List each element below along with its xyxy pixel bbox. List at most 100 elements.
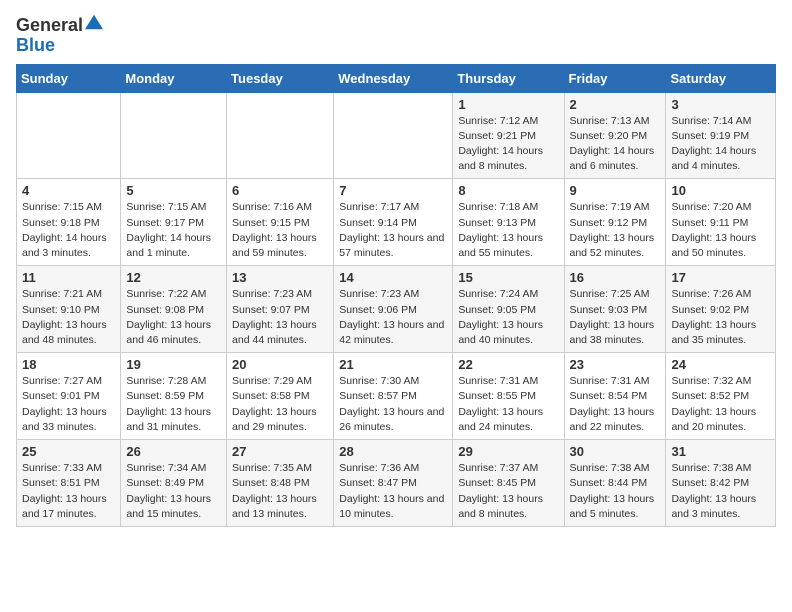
logo: General Blue (16, 16, 103, 56)
calendar-cell: 17 Sunrise: 7:26 AMSunset: 9:02 PMDayligh… (666, 266, 776, 353)
calendar-cell: 21 Sunrise: 7:30 AMSunset: 8:57 PMDayligh… (334, 353, 453, 440)
calendar-cell: 3Sunrise: 7:14 AMSunset: 9:19 PMDaylight… (666, 92, 776, 179)
day-info: Sunrise: 7:29 AMSunset: 8:58 PMDaylight:… (232, 374, 328, 435)
day-info: Sunrise: 7:19 AMSunset: 9:12 PMDaylight:… (570, 200, 661, 261)
day-number: 8 (458, 183, 558, 198)
day-info: Sunrise: 7:24 AMSunset: 9:05 PMDaylight:… (458, 287, 558, 348)
calendar-cell: 10Sunrise: 7:20 AMSunset: 9:11 PMDayligh… (666, 179, 776, 266)
day-number: 29 (458, 444, 558, 459)
day-info: Sunrise: 7:27 AMSunset: 9:01 PMDaylight:… (22, 374, 115, 435)
calendar-week-row: 11 Sunrise: 7:21 AMSunset: 9:10 PMDayligh… (17, 266, 776, 353)
calendar-cell: 13 Sunrise: 7:23 AMSunset: 9:07 PMDayligh… (227, 266, 334, 353)
calendar-cell (334, 92, 453, 179)
calendar-cell: 6Sunrise: 7:16 AMSunset: 9:15 PMDaylight… (227, 179, 334, 266)
calendar-cell: 8 Sunrise: 7:18 AMSunset: 9:13 PMDaylight… (453, 179, 564, 266)
day-info: Sunrise: 7:23 AMSunset: 9:07 PMDaylight:… (232, 287, 328, 348)
calendar-cell: 19 Sunrise: 7:28 AMSunset: 8:59 PMDayligh… (121, 353, 227, 440)
header-row: SundayMondayTuesdayWednesdayThursdayFrid… (17, 64, 776, 92)
header-day: Saturday (666, 64, 776, 92)
day-info: Sunrise: 7:31 AMSunset: 8:55 PMDaylight:… (458, 374, 558, 435)
day-number: 12 (126, 270, 221, 285)
day-number: 26 (126, 444, 221, 459)
calendar-cell: 26 Sunrise: 7:34 AMSunset: 8:49 PMDayligh… (121, 440, 227, 527)
day-info: Sunrise: 7:15 AMSunset: 9:18 PMDaylight:… (22, 200, 115, 261)
day-info: Sunrise: 7:35 AMSunset: 8:48 PMDaylight:… (232, 461, 328, 522)
day-number: 28 (339, 444, 447, 459)
day-number: 22 (458, 357, 558, 372)
day-info: Sunrise: 7:32 AMSunset: 8:52 PMDaylight:… (671, 374, 770, 435)
day-info: Sunrise: 7:23 AMSunset: 9:06 PMDaylight:… (339, 287, 447, 348)
day-number: 9 (570, 183, 661, 198)
day-number: 31 (671, 444, 770, 459)
calendar-cell: 22 Sunrise: 7:31 AMSunset: 8:55 PMDayligh… (453, 353, 564, 440)
calendar-cell: 28 Sunrise: 7:36 AMSunset: 8:47 PMDayligh… (334, 440, 453, 527)
calendar-cell: 15 Sunrise: 7:24 AMSunset: 9:05 PMDayligh… (453, 266, 564, 353)
day-number: 24 (671, 357, 770, 372)
calendar-cell: 4 Sunrise: 7:15 AMSunset: 9:18 PMDaylight… (17, 179, 121, 266)
day-number: 17 (671, 270, 770, 285)
day-info: Sunrise: 7:34 AMSunset: 8:49 PMDaylight:… (126, 461, 221, 522)
calendar-header: SundayMondayTuesdayWednesdayThursdayFrid… (17, 64, 776, 92)
header-day: Thursday (453, 64, 564, 92)
calendar-cell: 27 Sunrise: 7:35 AMSunset: 8:48 PMDayligh… (227, 440, 334, 527)
calendar-cell: 20 Sunrise: 7:29 AMSunset: 8:58 PMDayligh… (227, 353, 334, 440)
day-number: 2 (570, 97, 661, 112)
day-number: 14 (339, 270, 447, 285)
day-number: 11 (22, 270, 115, 285)
day-number: 19 (126, 357, 221, 372)
header-day: Tuesday (227, 64, 334, 92)
header-day: Monday (121, 64, 227, 92)
header: General Blue (16, 16, 776, 56)
calendar-cell: 2 Sunrise: 7:13 AMSunset: 9:20 PMDaylight… (564, 92, 666, 179)
calendar-cell: 16 Sunrise: 7:25 AMSunset: 9:03 PMDayligh… (564, 266, 666, 353)
day-number: 6 (232, 183, 328, 198)
day-info: Sunrise: 7:37 AMSunset: 8:45 PMDaylight:… (458, 461, 558, 522)
day-number: 1 (458, 97, 558, 112)
day-number: 25 (22, 444, 115, 459)
calendar-body: 1Sunrise: 7:12 AMSunset: 9:21 PMDaylight… (17, 92, 776, 526)
day-number: 23 (570, 357, 661, 372)
calendar-cell: 1Sunrise: 7:12 AMSunset: 9:21 PMDaylight… (453, 92, 564, 179)
day-number: 4 (22, 183, 115, 198)
day-info: Sunrise: 7:38 AMSunset: 8:42 PMDaylight:… (671, 461, 770, 522)
day-info: Sunrise: 7:30 AMSunset: 8:57 PMDaylight:… (339, 374, 447, 435)
day-info: Sunrise: 7:18 AMSunset: 9:13 PMDaylight:… (458, 200, 558, 261)
calendar-cell: 29 Sunrise: 7:37 AMSunset: 8:45 PMDayligh… (453, 440, 564, 527)
day-info: Sunrise: 7:21 AMSunset: 9:10 PMDaylight:… (22, 287, 115, 348)
calendar-week-row: 25 Sunrise: 7:33 AMSunset: 8:51 PMDayligh… (17, 440, 776, 527)
logo-blue: Blue (16, 36, 55, 56)
day-number: 7 (339, 183, 447, 198)
calendar-cell: 23Sunrise: 7:31 AMSunset: 8:54 PMDayligh… (564, 353, 666, 440)
day-number: 15 (458, 270, 558, 285)
day-info: Sunrise: 7:28 AMSunset: 8:59 PMDaylight:… (126, 374, 221, 435)
day-number: 20 (232, 357, 328, 372)
day-number: 3 (671, 97, 770, 112)
day-info: Sunrise: 7:22 AMSunset: 9:08 PMDaylight:… (126, 287, 221, 348)
day-info: Sunrise: 7:26 AMSunset: 9:02 PMDaylight:… (671, 287, 770, 348)
day-number: 10 (671, 183, 770, 198)
calendar-cell: 9 Sunrise: 7:19 AMSunset: 9:12 PMDaylight… (564, 179, 666, 266)
header-day: Wednesday (334, 64, 453, 92)
calendar-week-row: 18 Sunrise: 7:27 AMSunset: 9:01 PMDayligh… (17, 353, 776, 440)
day-info: Sunrise: 7:17 AMSunset: 9:14 PMDaylight:… (339, 200, 447, 261)
day-number: 13 (232, 270, 328, 285)
header-day: Sunday (17, 64, 121, 92)
calendar-cell (121, 92, 227, 179)
calendar-cell: 11 Sunrise: 7:21 AMSunset: 9:10 PMDayligh… (17, 266, 121, 353)
day-number: 30 (570, 444, 661, 459)
day-info: Sunrise: 7:36 AMSunset: 8:47 PMDaylight:… (339, 461, 447, 522)
day-number: 27 (232, 444, 328, 459)
day-info: Sunrise: 7:25 AMSunset: 9:03 PMDaylight:… (570, 287, 661, 348)
calendar-cell: 31 Sunrise: 7:38 AMSunset: 8:42 PMDayligh… (666, 440, 776, 527)
day-number: 16 (570, 270, 661, 285)
day-number: 18 (22, 357, 115, 372)
day-number: 21 (339, 357, 447, 372)
calendar-cell (17, 92, 121, 179)
day-info: Sunrise: 7:13 AMSunset: 9:20 PMDaylight:… (570, 114, 661, 175)
day-info: Sunrise: 7:38 AMSunset: 8:44 PMDaylight:… (570, 461, 661, 522)
calendar-cell: 24 Sunrise: 7:32 AMSunset: 8:52 PMDayligh… (666, 353, 776, 440)
calendar-cell (227, 92, 334, 179)
day-info: Sunrise: 7:33 AMSunset: 8:51 PMDaylight:… (22, 461, 115, 522)
logo-icon (85, 13, 103, 31)
calendar-cell: 25 Sunrise: 7:33 AMSunset: 8:51 PMDayligh… (17, 440, 121, 527)
